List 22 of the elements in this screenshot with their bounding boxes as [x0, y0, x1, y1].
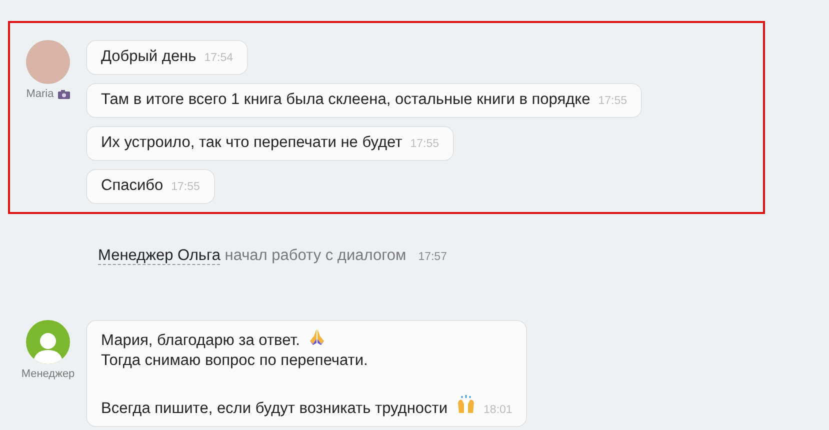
message-text: Тогда снимаю вопрос по перепечати.: [101, 351, 368, 372]
message-text: Их устроило, так что перепечати не будет: [101, 133, 402, 153]
message-time: 17:55: [170, 180, 200, 195]
message-text: Добрый день: [101, 47, 196, 67]
message-text: Спасибо: [101, 176, 164, 196]
sender-name: Менеджер: [21, 368, 75, 382]
message-text: Всегда пишите, если будут возникать трудности: [101, 399, 448, 420]
sender-name: Maria: [26, 88, 54, 102]
message-text: Там в итоге всего 1 книга была склеена, остальные книги в порядке: [101, 90, 590, 110]
raised-hands-icon: [456, 395, 476, 414]
user-avatar-icon: [26, 320, 70, 364]
event-time: 17:57: [418, 251, 447, 263]
photo-placeholder: [26, 40, 70, 84]
message-time: 18:01: [482, 403, 512, 418]
message-time: 17:55: [409, 137, 439, 152]
message-time: 17:54: [203, 51, 233, 66]
event-text: начал работу с диалогом: [224, 247, 406, 264]
camera-icon: [58, 90, 70, 100]
message-text: Мария, благодарю за ответ.: [101, 331, 300, 352]
manager-link[interactable]: Менеджер Ольга: [98, 247, 220, 265]
praying-hands-icon: [308, 327, 326, 346]
message-time: 17:55: [597, 94, 628, 109]
